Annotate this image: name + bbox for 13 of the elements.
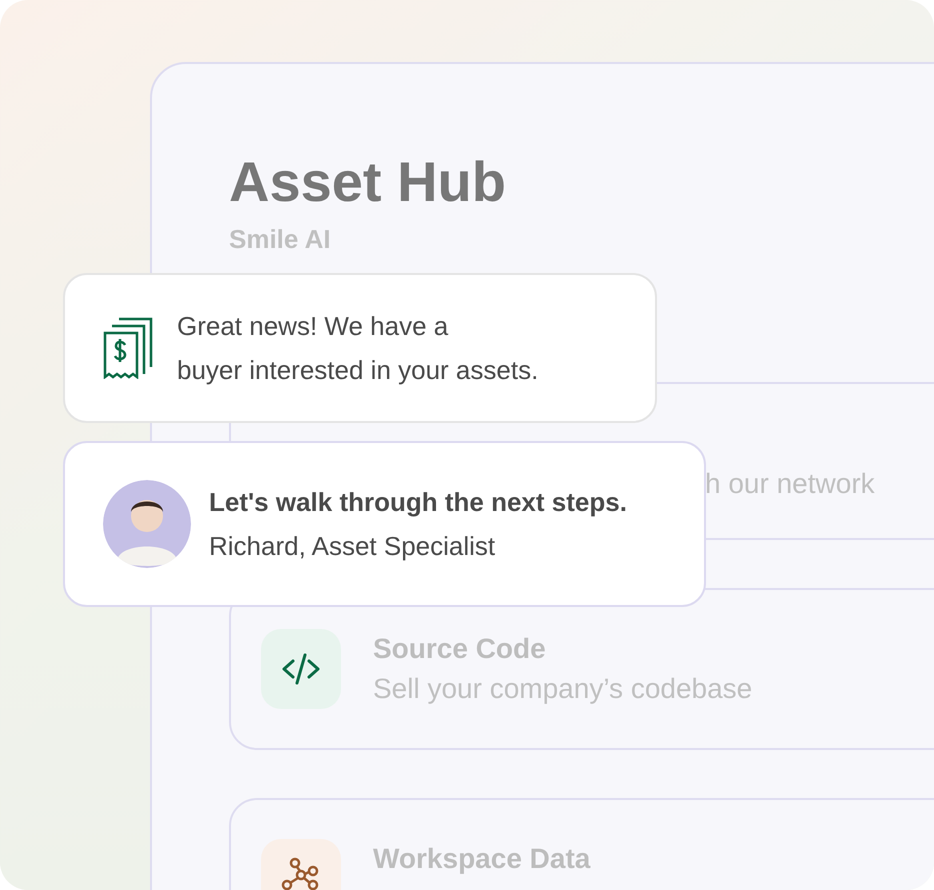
card-title: Workspace Data [373, 842, 590, 876]
card-description: Sell your company’s codebase [373, 672, 752, 706]
card-title: Source Code [373, 632, 547, 666]
hub-subtitle: Smile AI [229, 223, 332, 256]
card-description: h our network [705, 467, 875, 501]
notification-text: buyer interested in your assets. [177, 354, 538, 387]
avatar-icon [103, 480, 191, 568]
hub-title: Asset Hub [229, 152, 507, 212]
receipts-icon [103, 317, 153, 379]
sender-name: Richard, Asset Specialist [209, 530, 496, 563]
notification-text: Great news! We have a [177, 310, 450, 343]
message-title: Let's walk through the next steps. [209, 486, 627, 519]
code-icon [261, 629, 341, 709]
